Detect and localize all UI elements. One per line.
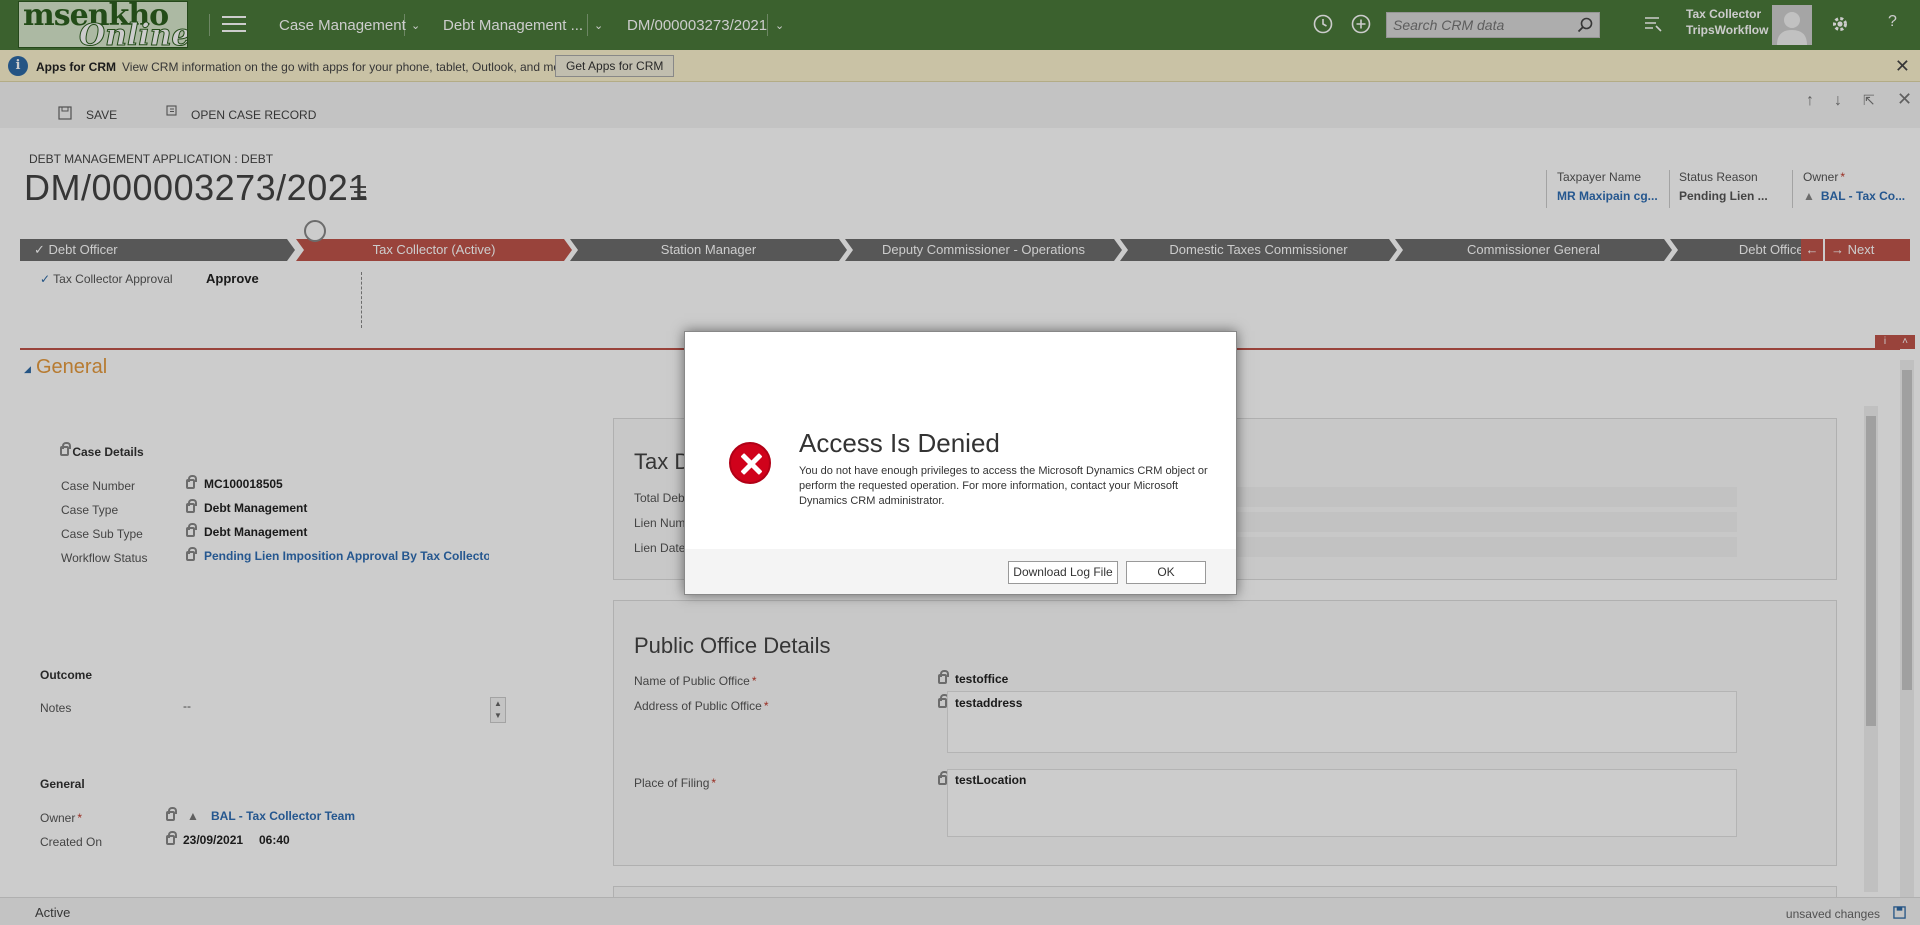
dialog-title: Access Is Denied [799,428,1000,458]
ok-button[interactable]: OK [1126,561,1206,584]
access-denied-dialog: Access Is Denied You do not have enough … [684,331,1237,595]
download-log-file-button[interactable]: Download Log File [1008,561,1118,584]
error-icon [729,442,771,484]
dialog-message: You do not have enough privileges to acc… [799,465,1208,507]
